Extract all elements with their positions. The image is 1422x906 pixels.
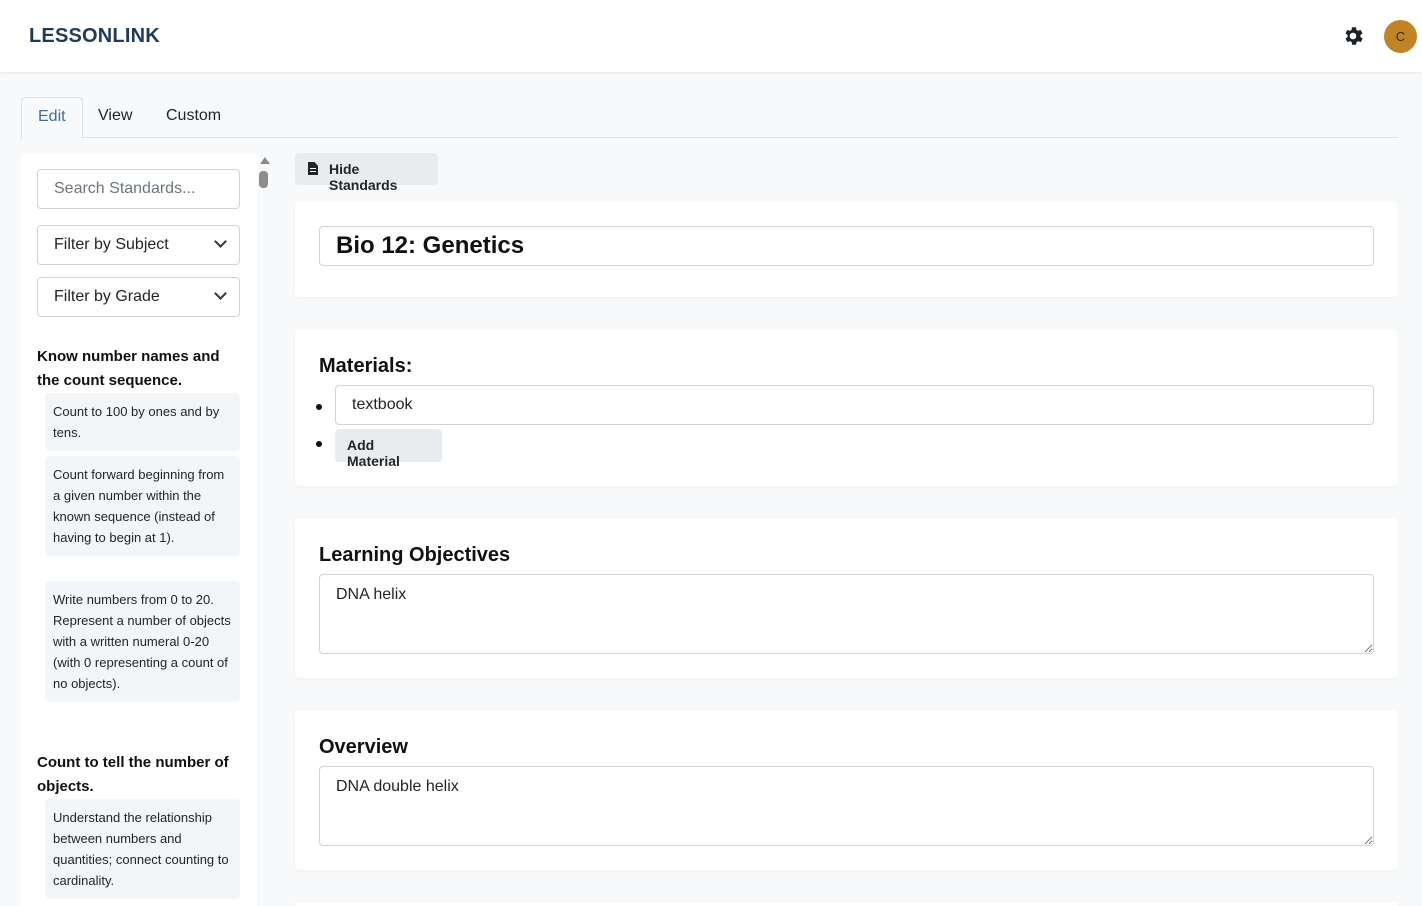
subject-filter-select[interactable]: Filter by Subject <box>37 225 240 265</box>
overview-textarea[interactable]: DNA double helix <box>319 766 1374 846</box>
brand-logo[interactable]: LESSONLINK <box>29 25 160 48</box>
tab-bar: Edit View Custom <box>21 97 1398 139</box>
standards-sidebar: Filter by Subject Filter by Grade Know n… <box>21 153 257 906</box>
standard-item[interactable]: Count forward beginning from a given num… <box>45 456 240 556</box>
top-bar: LESSONLINK C <box>0 0 1422 72</box>
tab-edit[interactable]: Edit <box>21 97 83 139</box>
avatar[interactable]: C <box>1384 20 1417 53</box>
search-standards-input[interactable] <box>37 169 240 209</box>
standard-item[interactable]: Write numbers from 0 to 20. Represent a … <box>45 581 240 702</box>
sidebar-scrollbar[interactable] <box>257 153 271 906</box>
learning-objectives-heading: Learning Objectives <box>319 544 511 566</box>
chevron-down-icon <box>214 287 227 300</box>
list-bullet <box>316 441 322 447</box>
overview-card: Overview DNA double helix <box>295 710 1398 870</box>
gear-icon[interactable] <box>1341 24 1365 48</box>
materials-card: Materials: Add Material <box>295 329 1398 486</box>
lesson-title-card <box>295 201 1398 297</box>
standard-group-title: Count to tell the number of objects. <box>37 754 229 795</box>
tab-custom[interactable]: Custom <box>150 97 237 138</box>
document-icon <box>308 162 318 175</box>
hide-standards-button[interactable]: Hide Standards <box>295 153 438 193</box>
list-bullet <box>316 404 322 410</box>
add-material-button[interactable]: Add Material <box>335 429 442 469</box>
materials-heading: Materials: <box>319 355 413 377</box>
scroll-up-arrow-icon[interactable] <box>260 157 270 164</box>
subject-filter-label: Filter by Subject <box>54 236 169 253</box>
lesson-title-input[interactable] <box>319 226 1374 266</box>
next-section-card <box>295 902 1398 906</box>
chevron-down-icon <box>214 235 227 248</box>
learning-objectives-card: Learning Objectives DNA helix <box>295 518 1398 678</box>
standard-item[interactable]: Understand the relationship between numb… <box>45 799 240 899</box>
hide-standards-label: Hide Standards <box>329 161 398 193</box>
tab-view[interactable]: View <box>82 97 148 138</box>
grade-filter-label: Filter by Grade <box>54 288 160 305</box>
scroll-thumb[interactable] <box>259 171 268 188</box>
grade-filter-select[interactable]: Filter by Grade <box>37 277 240 317</box>
standard-item[interactable]: Count to 100 by ones and by tens. <box>45 393 240 451</box>
learning-objectives-textarea[interactable]: DNA helix <box>319 574 1374 654</box>
standard-group-title: Know number names and the count sequence… <box>37 348 220 389</box>
overview-heading: Overview <box>319 736 408 758</box>
material-input[interactable] <box>335 385 1374 425</box>
